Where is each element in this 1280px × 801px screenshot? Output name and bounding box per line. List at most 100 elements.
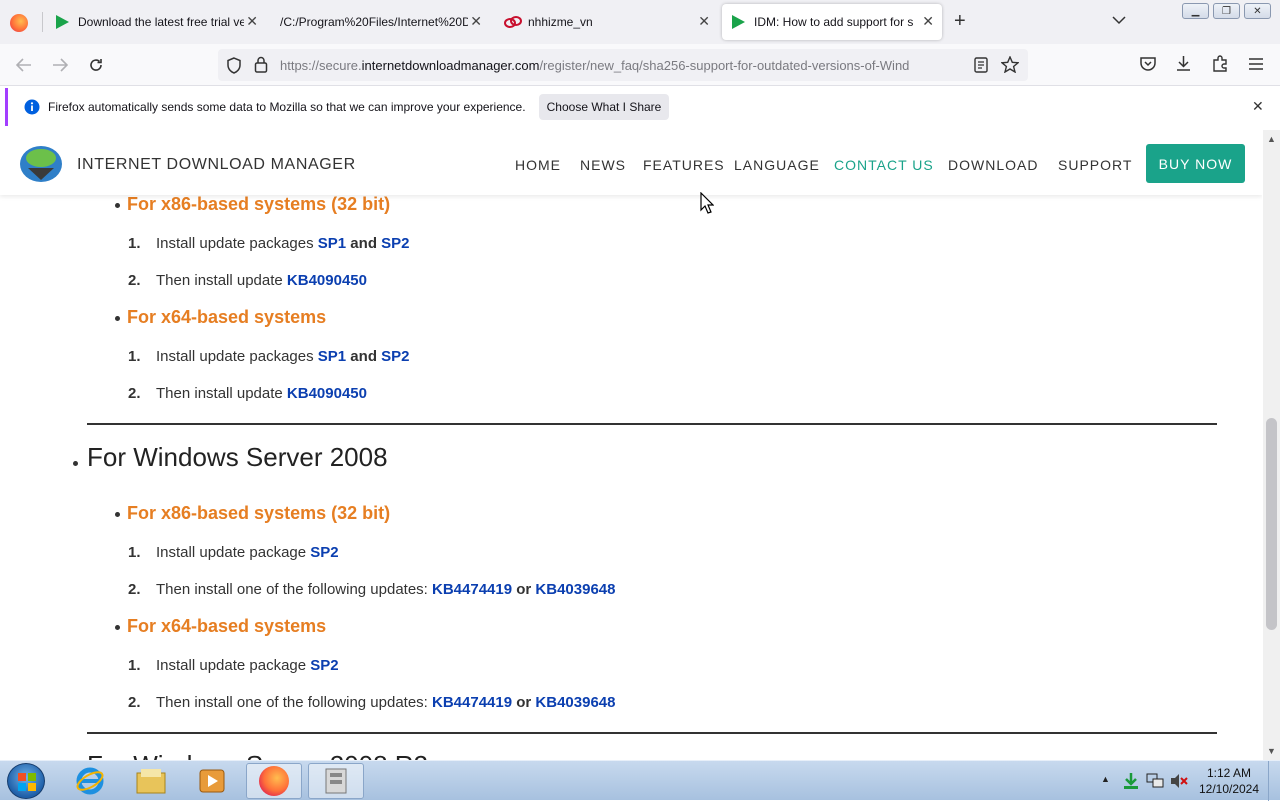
kb4474419-link[interactable]: KB4474419: [432, 694, 512, 711]
tab-label: nhhizme_vn: [528, 15, 593, 29]
idm-play-icon: [56, 15, 69, 29]
menu-support[interactable]: SUPPORT: [1058, 157, 1132, 173]
list-item: 2. Then install one of the following upda…: [128, 694, 616, 711]
url-text[interactable]: https://secure.internetdownloadmanager.c…: [280, 58, 962, 73]
menu-contact-us[interactable]: CONTACT US: [834, 157, 934, 173]
close-window-button[interactable]: ✕: [1244, 3, 1271, 19]
folder-icon: [136, 769, 166, 794]
menu-features[interactable]: FEATURES: [643, 157, 725, 173]
tab-label: /C:/Program%20Files/Internet%20D: [280, 15, 468, 29]
page-scrollbar[interactable]: ▲ ▼: [1263, 130, 1280, 760]
network-icon[interactable]: [1146, 773, 1164, 789]
sp1-link[interactable]: SP1: [318, 235, 346, 252]
start-button[interactable]: [7, 763, 45, 799]
shield-icon[interactable]: [226, 57, 242, 74]
sp1-link[interactable]: SP1: [318, 348, 346, 365]
show-desktop-button[interactable]: [1268, 761, 1280, 801]
scroll-down-arrow-icon[interactable]: ▼: [1267, 746, 1276, 756]
sp2-link[interactable]: SP2: [381, 235, 409, 252]
restore-button[interactable]: ❐: [1213, 3, 1240, 19]
close-tab-icon[interactable]: ✕: [698, 14, 710, 28]
tab-label: Download the latest free trial ve: [78, 15, 244, 29]
media-player-icon: [199, 769, 225, 793]
list-item: 1. Install update packages SP1 and SP2: [128, 235, 410, 252]
taskbar-firefox[interactable]: [246, 763, 302, 799]
section-divider: [87, 732, 1217, 734]
section-heading-partial: For Windows Server 2008 R2: [87, 750, 428, 760]
x64-subheading: For x64-based systems: [127, 307, 327, 327]
idm-logo-icon[interactable]: [18, 144, 64, 184]
choose-what-i-share-button[interactable]: Choose What I Share: [539, 94, 669, 120]
new-tab-icon[interactable]: +: [954, 10, 966, 33]
show-hidden-icons-arrow[interactable]: ▲: [1101, 774, 1110, 784]
hamburger-menu-icon[interactable]: [1249, 58, 1263, 70]
taskbar-media-player[interactable]: [184, 763, 240, 799]
scrollbar-thumb[interactable]: [1266, 418, 1277, 630]
site-brand-name[interactable]: INTERNET DOWNLOAD MANAGER: [77, 156, 356, 174]
bullet-dot: [73, 461, 78, 466]
back-button[interactable]: [10, 52, 38, 78]
buy-now-button[interactable]: BUY NOW: [1146, 144, 1245, 183]
reader-view-icon[interactable]: [974, 57, 988, 73]
menu-language[interactable]: LANGUAGE: [734, 157, 820, 173]
kb4474419-link[interactable]: KB4474419: [432, 581, 512, 598]
kb4039648-link[interactable]: KB4039648: [535, 694, 615, 711]
system-clock[interactable]: 1:12 AM 12/10/2024: [1196, 765, 1262, 797]
menu-news[interactable]: NEWS: [580, 157, 626, 173]
list-all-tabs-icon[interactable]: [1112, 12, 1126, 30]
close-notification-icon[interactable]: ✕: [1252, 98, 1264, 115]
extensions-icon[interactable]: [1212, 55, 1228, 72]
tab-strip: Download the latest free trial ve ✕ /C:/…: [0, 0, 1280, 44]
reload-button[interactable]: [82, 52, 110, 78]
x86-subheading: For x86-based systems (32 bit): [127, 194, 391, 214]
sp2-link[interactable]: SP2: [310, 657, 338, 674]
internet-explorer-icon: [76, 767, 104, 795]
minimize-button[interactable]: ▁: [1182, 3, 1209, 19]
close-tab-icon[interactable]: ✕: [922, 14, 934, 28]
downloads-icon[interactable]: [1176, 55, 1191, 72]
close-tab-icon[interactable]: ✕: [246, 14, 258, 28]
kb4039648-link[interactable]: KB4039648: [535, 581, 615, 598]
url-bar[interactable]: https://secure.internetdownloadmanager.c…: [218, 49, 1028, 81]
menu-download[interactable]: DOWNLOAD: [948, 157, 1038, 173]
firefox-menu-icon[interactable]: [10, 14, 28, 32]
firefox-icon: [259, 766, 289, 796]
notification-text: Firefox automatically sends some data to…: [48, 100, 526, 114]
section-divider: [87, 423, 1217, 425]
bullet-dot: [115, 203, 120, 208]
idm-play-icon: [732, 15, 745, 29]
bookmark-star-icon[interactable]: [1001, 56, 1019, 73]
sp2-link[interactable]: SP2: [381, 348, 409, 365]
pocket-icon[interactable]: [1140, 56, 1156, 71]
kb4090450-link[interactable]: KB4090450: [287, 272, 367, 289]
list-item: 1. Install update package SP2: [128, 657, 339, 674]
close-tab-icon[interactable]: ✕: [470, 14, 482, 28]
taskbar-file-explorer[interactable]: [123, 763, 179, 799]
list-item: 2. Then install update KB4090450: [128, 272, 367, 289]
site-header: INTERNET DOWNLOAD MANAGER HOME NEWS FEAT…: [0, 130, 1262, 195]
tab-idm-sha256[interactable]: IDM: How to add support for sh ✕: [722, 4, 942, 40]
taskbar-internet-explorer[interactable]: [62, 763, 118, 799]
menu-home[interactable]: HOME: [515, 157, 561, 173]
chain-link-icon: [504, 16, 522, 28]
list-item: 2. Then install update KB4090450: [128, 385, 367, 402]
taskbar-idm[interactable]: [308, 763, 364, 799]
x86-subheading: For x86-based systems (32 bit): [127, 503, 391, 523]
lock-icon[interactable]: [254, 56, 268, 73]
tab-idm-download[interactable]: Download the latest free trial ve ✕: [46, 4, 266, 40]
bullet-dot: [115, 512, 120, 517]
windows-taskbar: ▲ 1:12 AM 12/10/2024: [0, 760, 1280, 801]
sp2-link[interactable]: SP2: [310, 544, 338, 561]
volume-muted-icon[interactable]: [1170, 773, 1188, 789]
forward-arrow-icon: [53, 58, 68, 72]
forward-button[interactable]: [46, 52, 74, 78]
mouse-cursor-icon: [700, 192, 714, 214]
kb4090450-link[interactable]: KB4090450: [287, 385, 367, 402]
list-item: 1. Install update packages SP1 and SP2: [128, 348, 410, 365]
idm-tray-icon[interactable]: [1122, 772, 1140, 790]
tab-program-files[interactable]: /C:/Program%20Files/Internet%20D ✕: [270, 4, 490, 40]
scroll-up-arrow-icon[interactable]: ▲: [1267, 134, 1276, 144]
back-arrow-icon: [16, 58, 31, 72]
tab-nhhizme[interactable]: nhhizme_vn ✕: [496, 4, 718, 40]
clock-time: 1:12 AM: [1206, 766, 1252, 780]
